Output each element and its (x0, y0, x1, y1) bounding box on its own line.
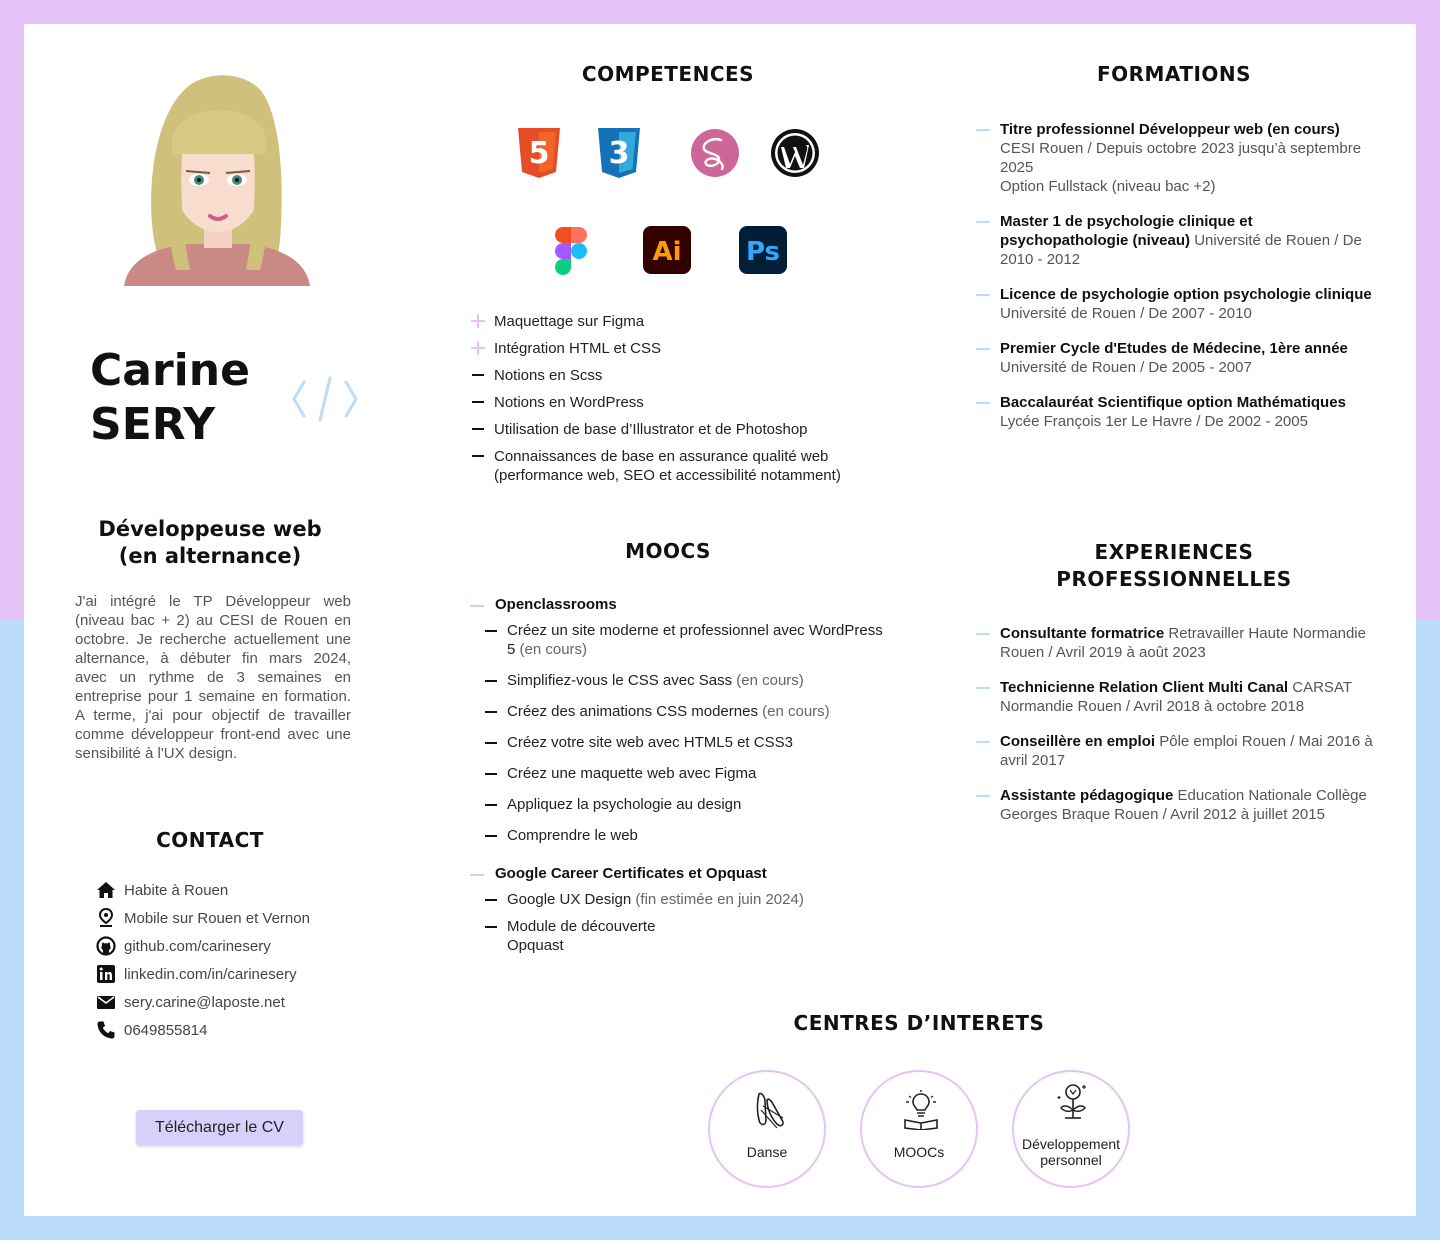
mooc-item: Créez un site moderne et professionnel a… (483, 621, 888, 659)
moocs-heading: MOOCS (625, 539, 711, 563)
mooc-item: Module de découverte Opquast (483, 917, 683, 955)
mooc-group: Google Career Certificates et Opquast Go… (468, 865, 888, 955)
svg-text:Ai: Ai (652, 237, 681, 267)
svg-text:5: 5 (529, 136, 550, 171)
skill-item: Notions en WordPress (468, 393, 888, 412)
experiences-list: Consultante formatrice Retravailler Haut… (976, 624, 1376, 840)
interests-heading: CENTRES D’INTERETS (793, 1011, 1045, 1035)
css3-logo-icon: 3 (598, 128, 640, 178)
wordpress-logo-icon (771, 129, 819, 177)
skill-item: Utilisation de base d’Illustrator et de … (468, 420, 888, 439)
experience-item: Consultante formatrice Retravailler Haut… (976, 624, 1376, 662)
ballet-shoes-icon (756, 1092, 784, 1129)
interest-moocs: MOOCs (860, 1070, 978, 1188)
formation-item: Baccalauréat Scientifique option Mathéma… (976, 393, 1376, 431)
formations-heading: FORMATIONS (1096, 62, 1252, 86)
skill-item: Connaissances de base en assurance quali… (468, 447, 888, 485)
cv-card: Carine SERY Développeuse web (en alterna… (24, 24, 1416, 1216)
linkedin-icon (97, 965, 115, 983)
mooc-item: Simplifiez-vous le CSS avec Sass (en cou… (483, 671, 888, 690)
mooc-item: Créez une maquette web avec Figma (483, 764, 888, 783)
plus-icon (471, 314, 485, 328)
home-icon (97, 882, 115, 898)
figma-logo-icon (555, 227, 587, 275)
dash-icon (472, 401, 484, 403)
moocs-section: Openclassrooms Créez un site moderne et … (468, 596, 888, 963)
formation-item: Titre professionnel Développeur web (en … (976, 120, 1376, 196)
dash-icon (472, 374, 484, 376)
mooc-group-title: Openclassrooms (468, 596, 888, 613)
interest-developpement-personnel: Développement personnel (1012, 1070, 1130, 1188)
job-title: Développeuse web (en alternance) (98, 517, 322, 568)
experience-item: Technicienne Relation Client Multi Canal… (976, 678, 1376, 716)
mail-icon (97, 996, 115, 1009)
formations-list: Titre professionnel Développeur web (en … (976, 120, 1376, 447)
formation-item: Premier Cycle d'Etudes de Médecine, 1ère… (976, 339, 1376, 377)
skill-item: Intégration HTML et CSS (468, 339, 888, 358)
mooc-item: Créez votre site web avec HTML5 et CSS3 (483, 733, 888, 752)
formation-item: Master 1 de psychologie clinique et psyc… (976, 212, 1376, 269)
skill-item: Notions en Scss (468, 366, 888, 385)
sass-logo-icon (691, 129, 739, 177)
contact-item[interactable]: github.com/carinesery (96, 932, 356, 960)
full-name: Carine SERY (90, 345, 250, 450)
mooc-group-title: Google Career Certificates et Opquast (468, 865, 888, 882)
intro-text: J'ai intégré le TP Développeur web (nive… (75, 593, 351, 762)
contact-item: Mobile sur Rouen et Vernon (96, 904, 356, 932)
contact-item[interactable]: 0649855814 (96, 1016, 356, 1044)
contact-heading: CONTACT (156, 828, 264, 852)
dash-icon (472, 455, 484, 457)
phone-icon (97, 1021, 115, 1039)
competences-heading: COMPETENCES (581, 62, 755, 86)
contact-item[interactable]: sery.carine@laposte.net (96, 988, 356, 1016)
illustrator-logo-icon: Ai (643, 226, 691, 274)
skills-list: Maquettage sur Figma Intégration HTML et… (468, 312, 888, 493)
svg-text:3: 3 (609, 136, 630, 171)
html5-logo-icon: 5 (518, 128, 560, 178)
avatar (124, 75, 310, 286)
mooc-item: Comprendre le web (483, 826, 888, 845)
contact-item: Habite à Rouen (96, 876, 356, 904)
mooc-group: Openclassrooms Créez un site moderne et … (468, 596, 888, 845)
location-pin-icon (98, 908, 114, 927)
plus-icon (471, 341, 485, 355)
contact-item[interactable]: linkedin.com/in/carinesery (96, 960, 356, 988)
experiences-heading: EXPERIENCES PROFESSIONNELLES (1056, 540, 1292, 591)
experience-item: Conseillère en emploi Pôle emploi Rouen … (976, 732, 1376, 770)
code-brackets-icon (292, 376, 358, 422)
svg-text:Ps: Ps (746, 237, 780, 267)
github-icon (96, 936, 116, 956)
download-cv-button[interactable]: Télécharger le CV (136, 1110, 303, 1145)
photoshop-logo-icon: Ps (739, 226, 787, 274)
experience-item: Assistante pédagogique Education Nationa… (976, 786, 1376, 824)
mooc-item: Google UX Design (fin estimée en juin 20… (483, 890, 888, 909)
skill-item: Maquettage sur Figma (468, 312, 888, 331)
lightbulb-book-icon (904, 1090, 938, 1130)
mooc-item: Appliquez la psychologie au design (483, 795, 888, 814)
contact-list: Habite à Rouen Mobile sur Rouen et Verno… (96, 876, 356, 1044)
growing-plant-icon (1057, 1084, 1086, 1119)
interest-danse: Danse (708, 1070, 826, 1188)
dash-icon (472, 428, 484, 430)
mooc-item: Créez des animations CSS modernes (en co… (483, 702, 888, 721)
formation-item: Licence de psychologie option psychologi… (976, 285, 1376, 323)
